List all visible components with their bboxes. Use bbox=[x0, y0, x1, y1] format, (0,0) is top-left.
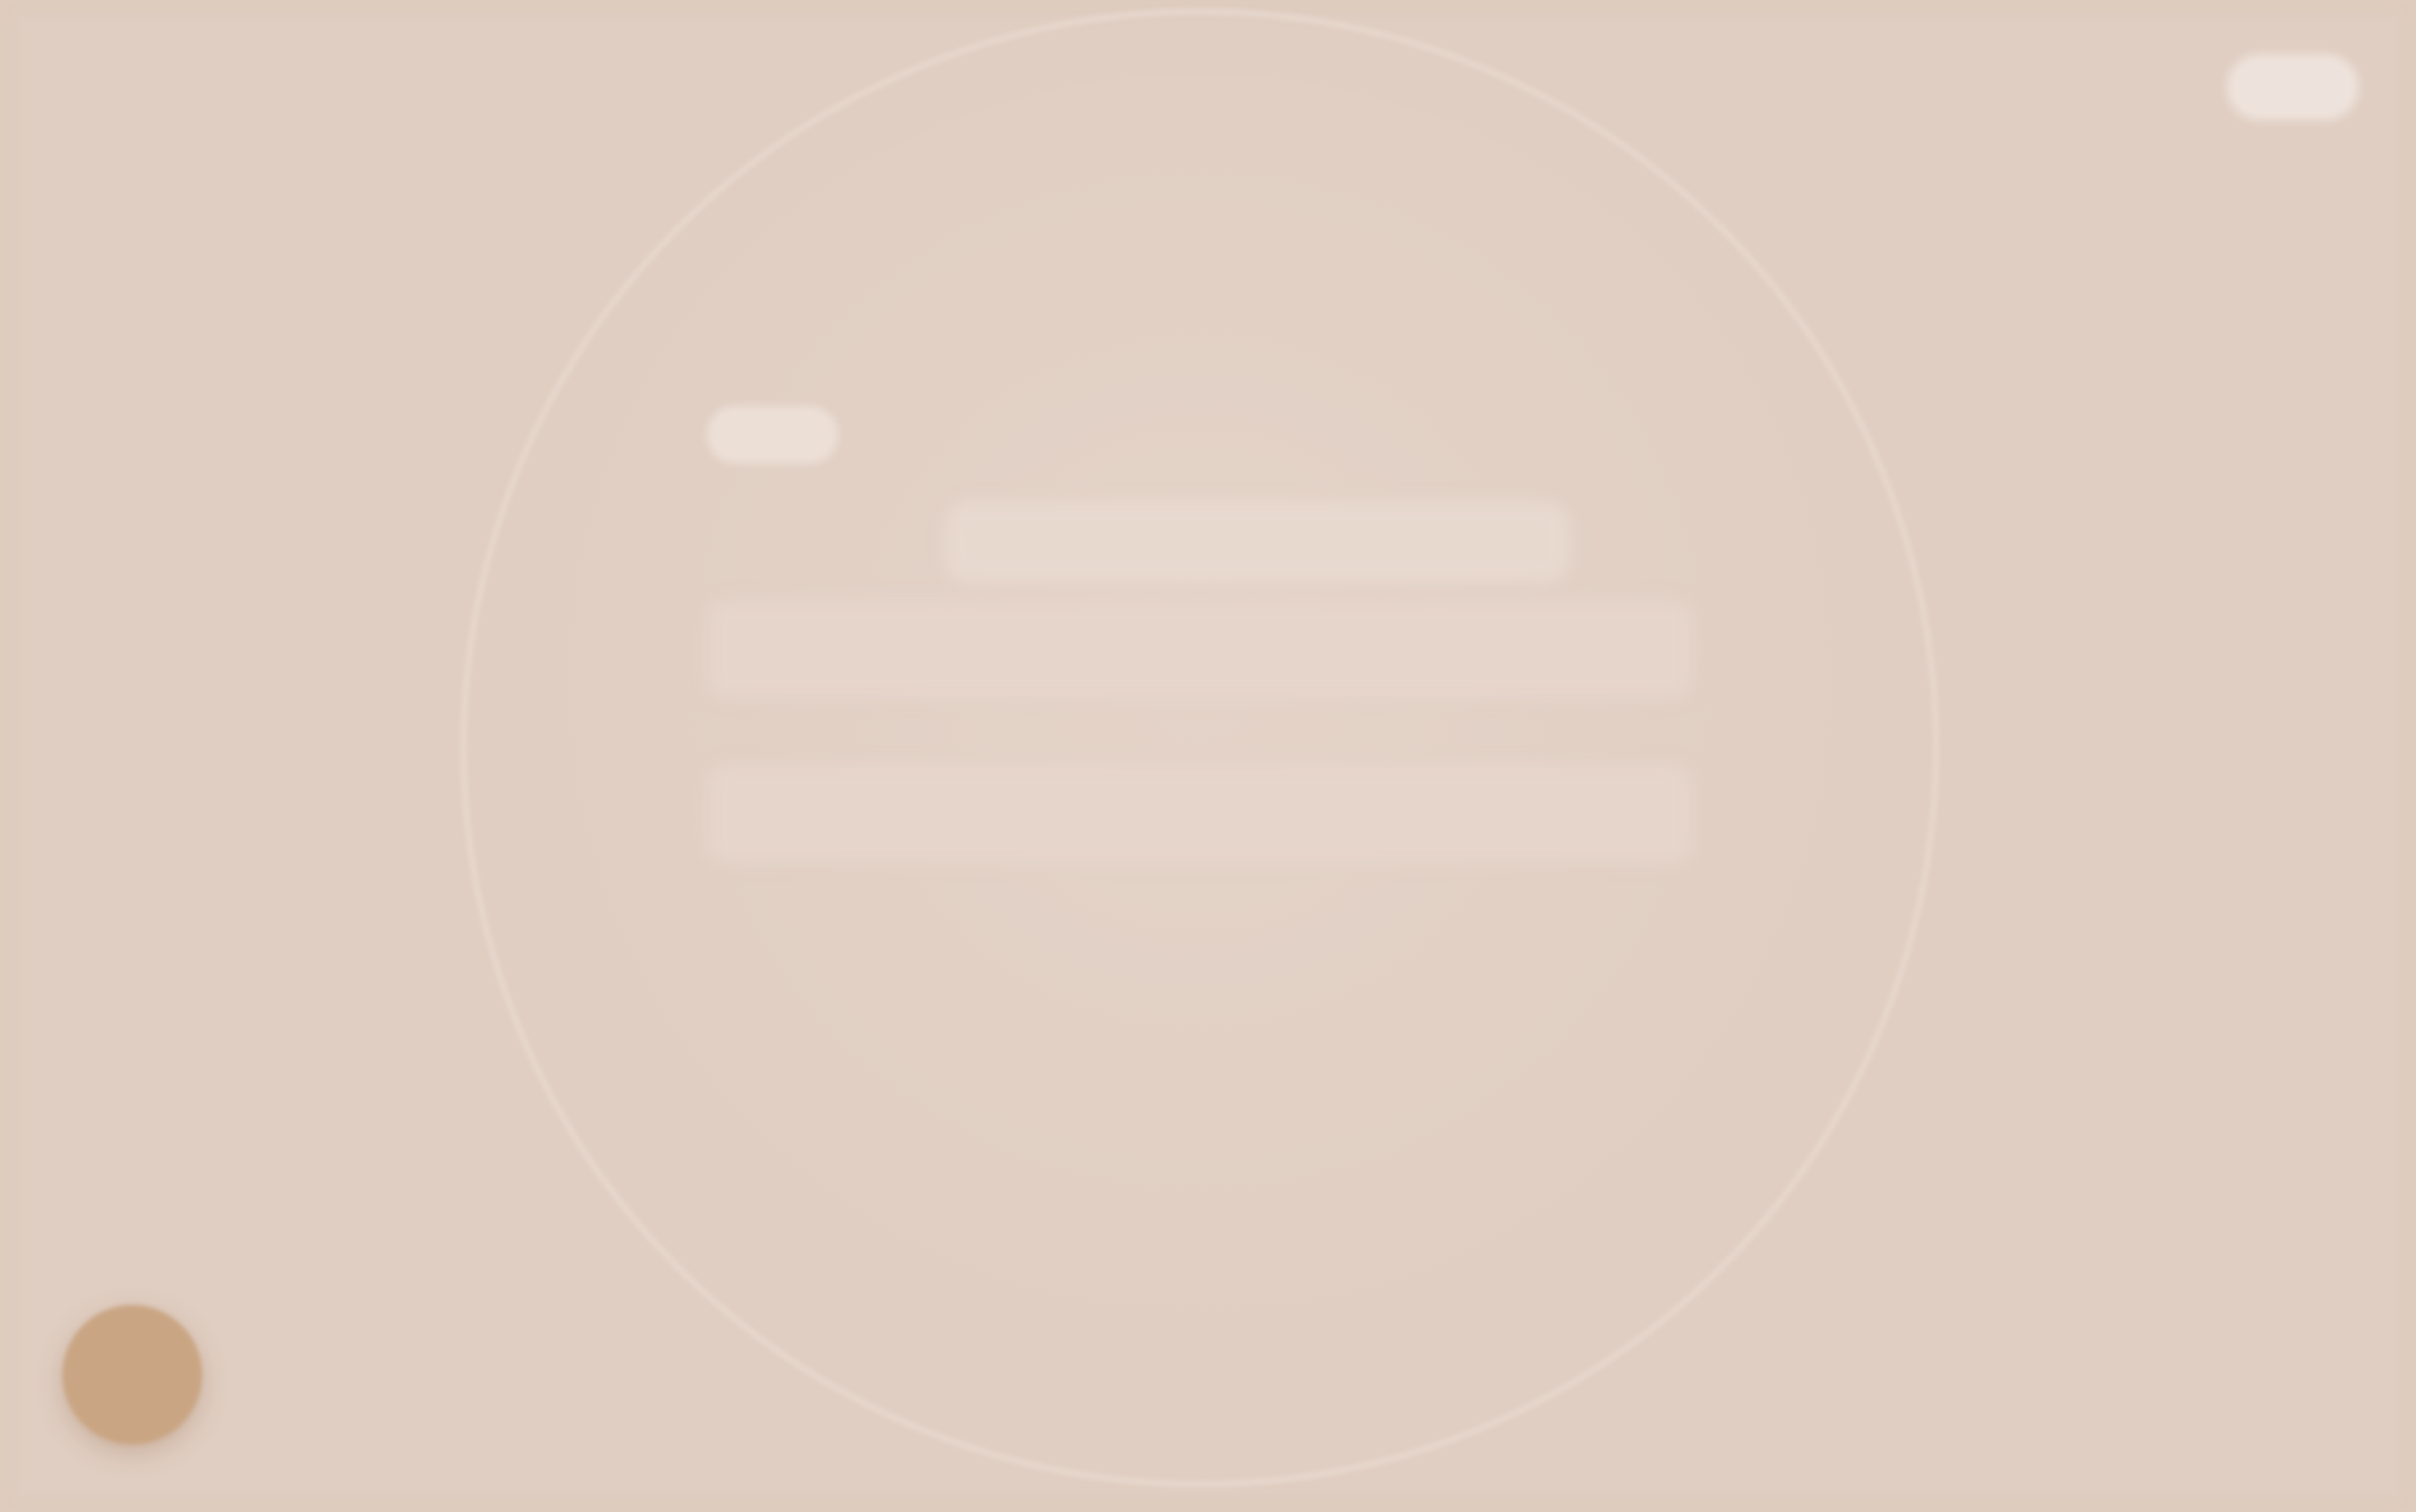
page bbox=[0, 0, 2416, 1512]
user-avatar-icon[interactable] bbox=[62, 1305, 202, 1445]
heading-highlight bbox=[945, 501, 1570, 583]
header-action-button[interactable] bbox=[2227, 54, 2358, 120]
content-card bbox=[707, 386, 1709, 1109]
paragraph-highlight bbox=[707, 764, 1693, 863]
paragraph-highlight bbox=[707, 600, 1693, 698]
content-tag bbox=[707, 406, 838, 463]
